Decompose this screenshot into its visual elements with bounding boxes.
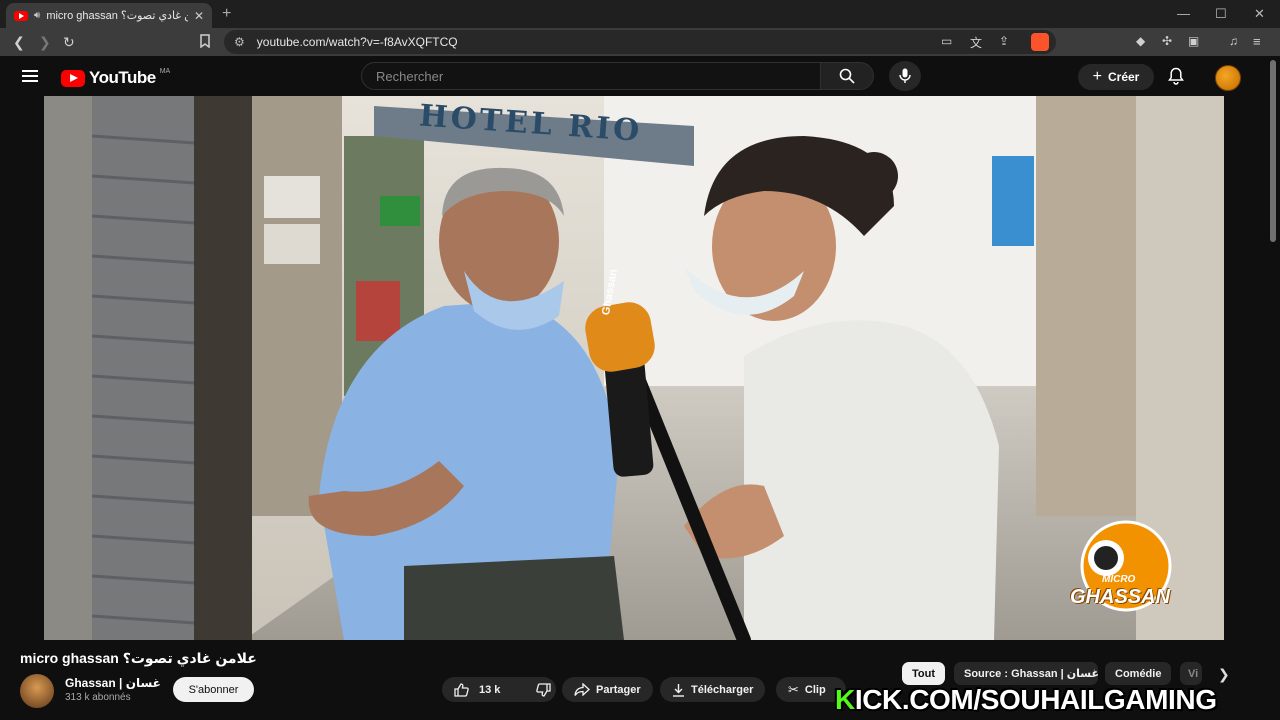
account-avatar[interactable] (1215, 65, 1241, 91)
like-count: 13 k (479, 683, 501, 696)
cast-icon[interactable]: ▭ (941, 34, 952, 48)
youtube-header: YouTube MA + Créer (0, 56, 1280, 96)
kick-overlay-rest: ICK.COM/SOUHAILGAMING (854, 684, 1217, 715)
download-icon (673, 683, 684, 697)
media-icon[interactable]: ♫ (1229, 34, 1238, 48)
search-input[interactable] (376, 68, 820, 84)
brave-shields-icon[interactable] (1031, 33, 1049, 51)
share-button[interactable]: Partager (562, 677, 653, 702)
tab-title: micro ghassan علامن غادي تصوت؟ (46, 10, 188, 22)
extensions-icon[interactable]: ✣ (1162, 34, 1172, 48)
forward-icon[interactable]: ❯ (39, 34, 51, 51)
chip-comedy[interactable]: Comédie (1105, 662, 1172, 685)
share-arrow-icon (574, 683, 590, 696)
subscribe-button[interactable]: S'abonner (173, 677, 254, 702)
speaker-icon[interactable]: 🔊︎ (34, 10, 40, 21)
chips-next-icon[interactable]: ❯ (1218, 666, 1230, 683)
tab-close-icon[interactable]: ✕ (194, 9, 204, 23)
minimize-icon[interactable]: — (1177, 6, 1190, 21)
youtube-play-icon (61, 69, 85, 87)
country-code: MA (159, 67, 171, 75)
dislike-button[interactable] (524, 677, 563, 702)
video-title: micro ghassan علامن غادي تصوت؟ (20, 650, 257, 666)
window-close-icon[interactable]: ✕ (1254, 6, 1265, 22)
video-player[interactable]: HOTEL RIO Ghassan MICRO GHASSAN (44, 96, 1224, 640)
create-label: Créer (1107, 70, 1140, 84)
browser-tab[interactable]: 🔊︎ micro ghassan علامن غادي تصوت؟ ✕ (6, 3, 212, 28)
share-page-icon[interactable]: ⇪ (999, 34, 1009, 48)
chip-source[interactable]: Source : Ghassan | غسان (954, 662, 1098, 685)
create-button[interactable]: + Créer (1078, 64, 1154, 90)
menu-icon[interactable]: ≡ (1253, 34, 1261, 49)
share-label: Partager (596, 683, 641, 696)
interviewer-shirt (744, 320, 999, 640)
address-bar[interactable]: ⚙︎ youtube.com/watch?v=-f8AvXQFTCQ (224, 30, 1056, 54)
wallet-icon[interactable]: ◆ (1136, 34, 1145, 48)
reload-icon[interactable]: ↻ (63, 34, 75, 51)
browser-toolbar: ❮ ❯ ↻ ⚙︎ youtube.com/watch?v=-f8AvXQFTCQ… (0, 28, 1280, 56)
microphone-icon (899, 68, 911, 83)
download-button[interactable]: Télécharger (660, 677, 766, 702)
site-settings-icon[interactable]: ⚙︎ (234, 35, 245, 49)
guide-menu-icon[interactable] (22, 70, 38, 82)
kick-overlay-text: KICK.COM/SOUHAILGAMING (835, 684, 1217, 716)
voice-search-button[interactable] (889, 61, 921, 91)
search-box (361, 62, 821, 90)
thumbs-up-icon (454, 682, 469, 697)
bookmark-icon[interactable] (199, 34, 211, 51)
search-icon (839, 68, 855, 84)
like-dislike-group: 13 k (442, 677, 556, 702)
notifications-bell-icon[interactable] (1168, 67, 1184, 90)
page-scrollbar[interactable] (1270, 60, 1276, 242)
channel-avatar[interactable] (20, 674, 54, 708)
watermark-ghassan: GHASSAN (1070, 586, 1171, 608)
clip-label: Clip (804, 683, 826, 696)
thumbs-down-icon (536, 682, 552, 697)
maximize-icon[interactable]: ☐ (1215, 6, 1227, 22)
channel-name[interactable]: Ghassan | غسان (65, 676, 161, 690)
video-frame (44, 96, 1224, 640)
url-text: youtube.com/watch?v=-f8AvXQFTCQ (256, 35, 458, 49)
youtube-favicon-icon (14, 10, 28, 21)
sidebar-icon[interactable]: ▣ (1188, 34, 1199, 48)
chip-all[interactable]: Tout (902, 662, 946, 685)
kick-overlay-k: K (835, 684, 855, 715)
download-label: Télécharger (691, 683, 754, 696)
like-button[interactable]: 13 k (442, 677, 512, 702)
watermark-micro: MICRO (1102, 574, 1136, 585)
subscriber-count: 313 k abonnés (65, 692, 131, 703)
browser-tab-strip: 🔊︎ micro ghassan علامن غادي تصوت؟ ✕ + — … (0, 0, 1280, 28)
translate-icon[interactable]: 文 (970, 34, 982, 51)
chip-partial[interactable]: Vi (1180, 662, 1202, 685)
youtube-logo[interactable]: YouTube MA (61, 68, 170, 88)
back-icon[interactable]: ❮ (13, 34, 25, 51)
new-tab-icon[interactable]: + (222, 5, 231, 23)
scissors-icon: ✂︎ (788, 681, 799, 697)
youtube-wordmark: YouTube (89, 68, 156, 87)
plus-icon: + (1092, 68, 1102, 85)
search-button[interactable] (820, 62, 874, 90)
